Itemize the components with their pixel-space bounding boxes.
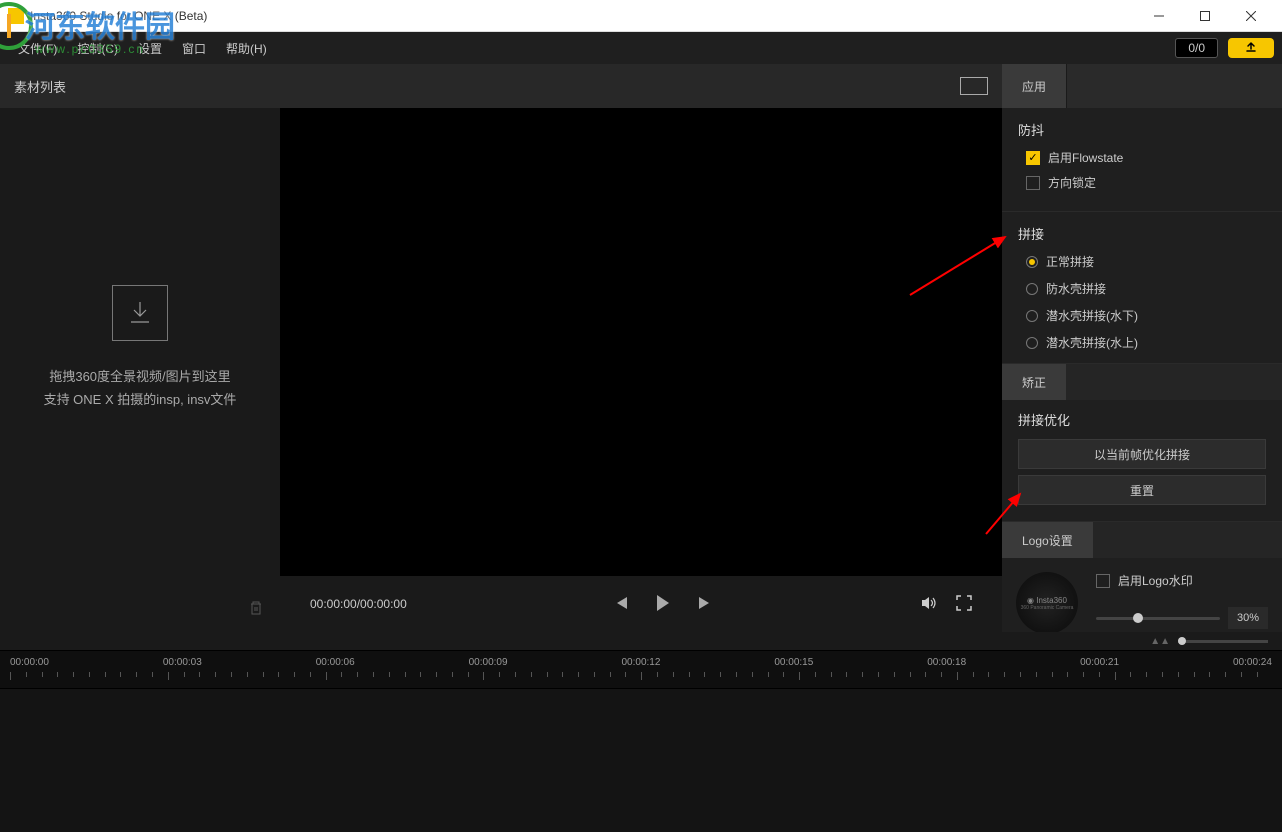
media-drop-zone[interactable]: 拖拽360度全景视频/图片到这里 支持 ONE X 拍摄的insp, insv文…: [0, 108, 280, 588]
reset-button[interactable]: 重置: [1018, 475, 1266, 505]
radio-icon: [1026, 310, 1038, 322]
maximize-button[interactable]: [1182, 1, 1228, 31]
volume-button[interactable]: [920, 595, 938, 614]
radio-label: 潜水壳拼接(水下): [1046, 307, 1138, 324]
section-stitch: 拼接 正常拼接 防水壳拼接 潜水壳拼接(水下) 潜水壳拼接(水上): [1002, 212, 1282, 364]
checkbox-icon: [1096, 574, 1110, 588]
drop-hint-2: 支持 ONE X 拍摄的insp, insv文件: [44, 388, 237, 411]
close-button[interactable]: [1228, 1, 1274, 31]
checkbox-flowstate[interactable]: 启用Flowstate: [1018, 149, 1266, 166]
preview-panel: 00:00:00/00:00:00: [280, 64, 1002, 632]
radio-stitch-dive-under[interactable]: 潜水壳拼接(水下): [1026, 307, 1266, 324]
checkbox-logo-watermark[interactable]: 启用Logo水印: [1096, 572, 1268, 589]
section-stitch-optimize: 拼接优化 以当前帧优化拼接 重置: [1002, 400, 1282, 522]
app-icon: [8, 8, 24, 24]
slider-thumb[interactable]: [1178, 637, 1186, 645]
checkbox-direction-lock[interactable]: 方向锁定: [1018, 174, 1266, 191]
ruler-label: 00:00:24: [1233, 657, 1272, 668]
logo-tabs: Logo设置: [1002, 522, 1282, 558]
logo-preview-circle: ◉ Insta360 360 Panoramic Camera: [1016, 572, 1078, 632]
ruler-label: 00:00:09: [469, 657, 508, 668]
menu-file[interactable]: 文件(F): [8, 36, 67, 61]
section-stabilization: 防抖 启用Flowstate 方向锁定: [1002, 108, 1282, 212]
calibrate-tabs: 矫正: [1002, 364, 1282, 400]
ruler-label: 00:00:03: [163, 657, 202, 668]
flowstate-label: 启用Flowstate: [1048, 149, 1123, 166]
checkbox-icon: [1026, 151, 1040, 165]
menubar: 河东软件园 www.pc0359.cn 文件(F) 控制(C) 设置 窗口 帮助…: [0, 32, 1282, 64]
menu-control[interactable]: 控制(C): [67, 36, 128, 61]
drop-hint-1: 拖拽360度全景视频/图片到这里: [49, 365, 230, 388]
ruler-label: 00:00:18: [927, 657, 966, 668]
radio-label: 防水壳拼接: [1046, 280, 1106, 297]
window-titlebar: Insta360 Studio for ONE X (Beta): [0, 0, 1282, 32]
task-counter: 0/0: [1175, 38, 1218, 58]
download-icon: [112, 285, 168, 341]
section-logo: ◉ Insta360 360 Panoramic Camera 启用Logo水印…: [1002, 558, 1282, 632]
sidebar-title: 素材列表: [0, 64, 280, 108]
window-title: Insta360 Studio for ONE X (Beta): [30, 9, 207, 23]
play-button[interactable]: [653, 593, 673, 616]
tab-apply[interactable]: 应用: [1002, 64, 1067, 108]
ruler-label: 00:00:12: [622, 657, 661, 668]
menu-window[interactable]: 窗口: [172, 36, 216, 61]
direction-lock-label: 方向锁定: [1048, 174, 1096, 191]
radio-label: 潜水壳拼接(水上): [1046, 334, 1138, 351]
export-button[interactable]: [1228, 38, 1274, 58]
stabilization-title: 防抖: [1018, 120, 1266, 139]
timeline-zoom-bar: ▲▲: [0, 632, 1282, 650]
ruler-label: 00:00:06: [316, 657, 355, 668]
radio-stitch-dive-above[interactable]: 潜水壳拼接(水上): [1026, 334, 1266, 351]
enable-logo-label: 启用Logo水印: [1118, 572, 1193, 589]
ruler-label: 00:00:21: [1080, 657, 1119, 668]
timeline-zoom-slider[interactable]: [1178, 640, 1268, 643]
stitch-title: 拼接: [1018, 224, 1266, 243]
optimize-current-button[interactable]: 以当前帧优化拼接: [1018, 439, 1266, 469]
fullscreen-button[interactable]: [956, 595, 972, 614]
radio-icon: [1026, 337, 1038, 349]
zoom-out-icon[interactable]: ▲▲: [1150, 636, 1170, 647]
radio-label: 正常拼接: [1046, 253, 1094, 270]
menu-help[interactable]: 帮助(H): [216, 36, 277, 61]
properties-panel: 应用 防抖 启用Flowstate 方向锁定 拼接 正常拼接 防水壳拼接 潜水壳…: [1002, 64, 1282, 632]
radio-icon: [1026, 256, 1038, 268]
slider-thumb[interactable]: [1133, 613, 1143, 623]
time-display: 00:00:00/00:00:00: [310, 597, 407, 611]
tab-logo[interactable]: Logo设置: [1002, 522, 1093, 558]
prev-frame-button[interactable]: [613, 595, 633, 614]
export-icon: [1244, 41, 1258, 55]
minimize-button[interactable]: [1136, 1, 1182, 31]
ruler-label: 00:00:00: [10, 657, 49, 668]
aspect-ratio-button[interactable]: [960, 77, 988, 95]
video-viewport[interactable]: [280, 108, 1002, 576]
radio-icon: [1026, 283, 1038, 295]
logo-opacity-slider[interactable]: [1096, 617, 1220, 620]
menu-settings[interactable]: 设置: [128, 36, 172, 61]
timeline-ruler[interactable]: 00:00:00 00:00:03 00:00:06 00:00:09 00:0…: [0, 650, 1282, 688]
radio-stitch-normal[interactable]: 正常拼接: [1026, 253, 1266, 270]
logo-opacity-value: 30%: [1228, 607, 1268, 629]
ruler-label: 00:00:15: [774, 657, 813, 668]
stitch-opt-title: 拼接优化: [1010, 410, 1274, 429]
timeline-tracks[interactable]: [0, 688, 1282, 832]
sidebar: 素材列表 拖拽360度全景视频/图片到这里 支持 ONE X 拍摄的insp, …: [0, 64, 280, 632]
radio-stitch-waterproof[interactable]: 防水壳拼接: [1026, 280, 1266, 297]
checkbox-icon: [1026, 176, 1040, 190]
next-frame-button[interactable]: [693, 595, 713, 614]
panel-tabs: 应用: [1002, 64, 1282, 108]
trash-icon[interactable]: [248, 600, 264, 621]
tab-calibrate[interactable]: 矫正: [1002, 364, 1066, 400]
